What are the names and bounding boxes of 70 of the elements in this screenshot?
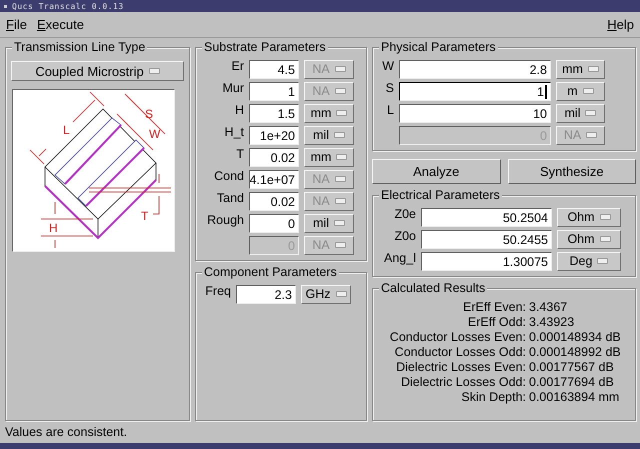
result-value: 0.000148934 dB xyxy=(529,330,622,344)
field-label: Rough xyxy=(207,213,244,227)
action-button[interactable]: Synthesize xyxy=(508,159,636,184)
field-label: L xyxy=(387,103,394,117)
action-button[interactable]: Analyze xyxy=(372,159,500,184)
input-field[interactable]: 4.5 xyxy=(249,60,299,78)
group-title: Physical Parameters xyxy=(379,40,498,54)
result-label: Dielectric Losses Even: xyxy=(395,360,526,374)
result-value: 0.00163894 mm xyxy=(529,390,620,404)
input-field[interactable]: 50.2504 xyxy=(421,208,552,226)
result-label: Skin Depth: xyxy=(460,390,526,404)
menu-item[interactable]: Help xyxy=(607,17,634,32)
field-label: T xyxy=(236,147,244,161)
window-title: Qucs Transcalc 0.0.13 xyxy=(12,2,124,10)
input-field[interactable]: 10 xyxy=(399,104,551,122)
menu-item[interactable]: Execute xyxy=(36,17,84,32)
unit-dropdown[interactable]: mil xyxy=(304,126,354,144)
input-field[interactable]: 0.02 xyxy=(249,192,299,210)
unit-dropdown[interactable]: GHz xyxy=(301,284,351,304)
unit-dropdown[interactable]: mm xyxy=(556,60,605,78)
field-label: H_t xyxy=(224,125,244,139)
field-label: S xyxy=(386,81,394,95)
input-field[interactable]: 0 xyxy=(249,214,299,232)
field-label: Er xyxy=(232,59,244,73)
result-label: ErEff Even: xyxy=(462,300,526,314)
result-label: Dielectric Losses Odd: xyxy=(400,375,526,389)
input-field[interactable]: 0.02 xyxy=(249,148,299,166)
field-label: W xyxy=(382,59,394,73)
group-title: Substrate Parameters xyxy=(202,40,328,54)
unit-dropdown[interactable]: m xyxy=(556,82,605,100)
unit-dropdown[interactable]: mil xyxy=(556,104,605,122)
input-field[interactable]: 1 xyxy=(249,82,299,100)
input-field[interactable]: 4.1e+07 xyxy=(249,170,299,188)
group-title: Component Parameters xyxy=(202,265,339,279)
input-field[interactable]: 1.5 xyxy=(249,104,299,122)
result-label: Conductor Losses Odd: xyxy=(394,345,526,359)
input-field[interactable]: 1e+20 xyxy=(249,126,299,144)
group-title: Electrical Parameters xyxy=(379,188,502,202)
group-title: Calculated Results xyxy=(379,281,488,295)
unit-dropdown[interactable]: mm xyxy=(304,148,354,166)
result-label: ErEff Odd: xyxy=(466,315,526,329)
result-label: Conductor Losses Even: xyxy=(388,330,526,344)
result-value: 0.00177567 dB xyxy=(529,360,615,374)
result-value: 0.000148992 dB xyxy=(529,345,622,359)
input-field[interactable]: 50.2455 xyxy=(421,230,552,248)
result-value: 3.43923 xyxy=(529,315,576,329)
input-field[interactable]: 2.8 xyxy=(399,60,551,78)
field-label: Freq xyxy=(205,284,231,298)
field-label: Cond xyxy=(214,169,244,183)
unit-dropdown[interactable]: mil xyxy=(304,214,354,232)
menu-item[interactable]: File xyxy=(6,17,27,32)
field-label: Z0o xyxy=(394,229,416,243)
unit-dropdown[interactable]: Ohm xyxy=(557,208,621,226)
field-label: H xyxy=(234,103,244,117)
field-label: Tand xyxy=(216,191,244,205)
group-title: Transmission Line Type xyxy=(12,40,148,54)
field-label: Mur xyxy=(222,81,244,95)
result-value: 3.4367 xyxy=(529,300,568,314)
line-type-dropdown[interactable]: Coupled Microstrip xyxy=(11,61,184,81)
field-label: Z0e xyxy=(394,207,416,221)
coupled-microstrip-drawing: S L W H T xyxy=(30,92,172,248)
input-field[interactable]: 1.30075 xyxy=(421,252,552,270)
unit-dropdown[interactable]: mm xyxy=(304,104,354,122)
result-value: 0.00177694 dB xyxy=(529,375,615,389)
status-message: Values are consistent. xyxy=(5,425,128,439)
input-field[interactable]: 2.3 xyxy=(236,284,296,304)
input-field[interactable]: 1 xyxy=(399,82,551,100)
field-label: Ang_l xyxy=(384,251,416,265)
unit-dropdown[interactable]: Ohm xyxy=(557,230,621,248)
unit-dropdown[interactable]: Deg xyxy=(557,252,621,270)
